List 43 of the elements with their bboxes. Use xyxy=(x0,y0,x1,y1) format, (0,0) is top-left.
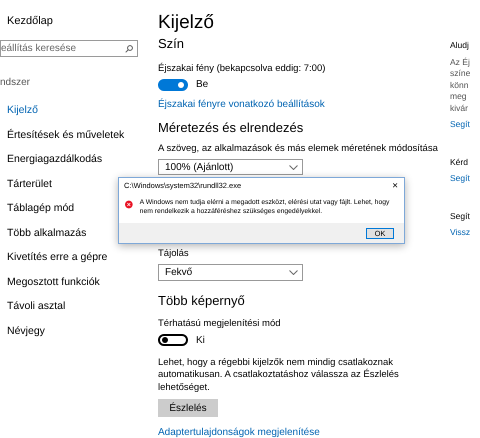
nav-item[interactable]: Névjegy xyxy=(0,318,150,343)
search-field[interactable]: eállítás keresése xyxy=(0,40,138,57)
toggle-switch[interactable] xyxy=(158,334,188,346)
toggle-state: Be xyxy=(196,79,208,90)
home-link[interactable]: Kezdőlap xyxy=(0,15,150,31)
detect-button[interactable]: Észlelés xyxy=(158,399,218,417)
nav-item[interactable]: Távoli asztal xyxy=(0,294,150,318)
setting-label: Éjszakai fény (bekapcsolva eddig: 7:00) xyxy=(158,63,326,76)
search-icon xyxy=(125,44,133,52)
help-text: Az Éj xyxy=(450,56,470,68)
info-text: Lehet, hogy a régebbi kijelzők nem mindig csatlakoznak automatikusan. A csatlakoztatáshoz válassza az Észlelés lehetőséget. xyxy=(158,356,400,394)
section-label: ndszer xyxy=(0,77,32,90)
nav-item[interactable]: Kivetítés erre a gépre xyxy=(0,245,150,270)
section-heading: Szín xyxy=(158,36,186,54)
error-icon xyxy=(125,198,133,211)
help-link[interactable]: Segít xyxy=(450,173,470,184)
chevron-down-icon xyxy=(289,270,298,276)
adapter-link[interactable]: Adaptertulajdonságok megjelenítése xyxy=(158,426,446,438)
help-text: meg xyxy=(450,91,468,102)
help-text: kivár xyxy=(450,102,469,114)
nav-item[interactable]: Energiagazdálkodás xyxy=(0,147,150,172)
toggle-switch[interactable] xyxy=(158,78,188,91)
setting-label: Térhatású megjelenítési mód xyxy=(158,318,282,330)
help-text: könn xyxy=(450,80,470,91)
toggle-state: Ki xyxy=(196,334,205,346)
nav-item[interactable]: Megosztott funkciók xyxy=(0,270,150,294)
chevron-down-icon xyxy=(289,164,298,170)
help-text: színe xyxy=(450,68,470,80)
help-heading: Kérd xyxy=(450,156,469,168)
section-heading: Több képernyő xyxy=(158,292,246,310)
help-heading: Segít xyxy=(450,210,470,222)
help-link[interactable]: Segít xyxy=(450,119,470,130)
setting-label: A szöveg, az alkalmazások és más elemek méretének módosítása xyxy=(158,143,439,156)
section-heading: Méretezés és elrendezés xyxy=(158,120,304,138)
orientation-dropdown[interactable]: Fekvő xyxy=(158,264,303,281)
settings-link[interactable]: Éjszakai fényre vonatkozó beállítások xyxy=(158,99,446,110)
help-link[interactable]: Vissz xyxy=(450,227,470,238)
page-title: Kijelző xyxy=(158,12,215,35)
scale-dropdown[interactable]: 100% (Ajánlott) xyxy=(158,159,303,176)
nav-item[interactable]: Kijelző xyxy=(0,98,150,122)
setting-label: Tájolás xyxy=(158,248,190,260)
nav-item[interactable]: Értesítések és műveletek xyxy=(0,122,150,147)
help-heading: Aludj xyxy=(450,40,470,52)
